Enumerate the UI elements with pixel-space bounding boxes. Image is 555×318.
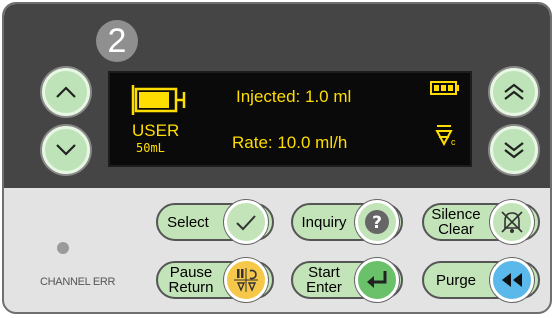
top-panel: 2 USER 50mL Injected: 1.0 ml Rate: 10.0 … <box>4 4 550 188</box>
double-chevron-down-icon <box>504 142 524 159</box>
start-enter-button[interactable]: Start Enter <box>291 258 403 302</box>
double-chevron-up-icon <box>504 83 524 100</box>
fast-down-button[interactable] <box>490 126 538 174</box>
return-label: Return <box>168 279 214 296</box>
checkmark-icon <box>224 200 268 244</box>
rate-readout: Rate: 10.0 ml/h <box>232 133 348 152</box>
channel-error-label: CHANNEL ERR <box>40 276 116 288</box>
inquiry-label: Inquiry <box>301 213 347 231</box>
clear-label: Clear <box>438 221 474 238</box>
enter-label: Enter <box>306 279 342 296</box>
syringe-icon <box>131 85 186 115</box>
channel-error-led <box>57 242 69 254</box>
down-button[interactable] <box>42 126 90 174</box>
pause-return-icon <box>224 258 268 302</box>
chevron-down-icon <box>56 144 76 156</box>
pump-panel: 2 USER 50mL Injected: 1.0 ml Rate: 10.0 … <box>2 2 552 314</box>
start-label: Start <box>308 264 340 281</box>
alarm-silence-icon <box>490 200 534 244</box>
enter-icon <box>355 258 399 302</box>
purge-button[interactable]: Purge <box>422 258 540 302</box>
channel-number-badge: 2 <box>96 20 138 62</box>
lcd-display: USER 50mL Injected: 1.0 ml Rate: 10.0 ml… <box>108 71 472 167</box>
silence-label: Silence <box>431 206 481 223</box>
silence-clear-button[interactable]: Silence Clear <box>422 200 540 244</box>
injected-readout: Injected: 1.0 ml <box>236 87 352 106</box>
fast-up-button[interactable] <box>490 68 538 116</box>
mode-label: USER <box>132 121 180 140</box>
question-icon: ? <box>355 200 399 244</box>
select-label: Select <box>167 213 209 231</box>
pause-return-button[interactable]: Pause Return <box>156 258 274 302</box>
battery-icon <box>430 81 459 95</box>
occlusion-icon: c <box>434 123 464 153</box>
select-button[interactable]: Select <box>156 200 274 244</box>
occlusion-level: c <box>451 137 456 147</box>
syringe-volume: 50mL <box>136 141 165 155</box>
rewind-icon <box>490 258 534 302</box>
chevron-up-icon <box>56 86 76 98</box>
pause-label: Pause <box>169 264 213 281</box>
inquiry-button[interactable]: Inquiry ? <box>291 200 403 244</box>
svg-text:?: ? <box>372 213 382 233</box>
up-button[interactable] <box>42 68 90 116</box>
purge-label: Purge <box>435 271 477 289</box>
